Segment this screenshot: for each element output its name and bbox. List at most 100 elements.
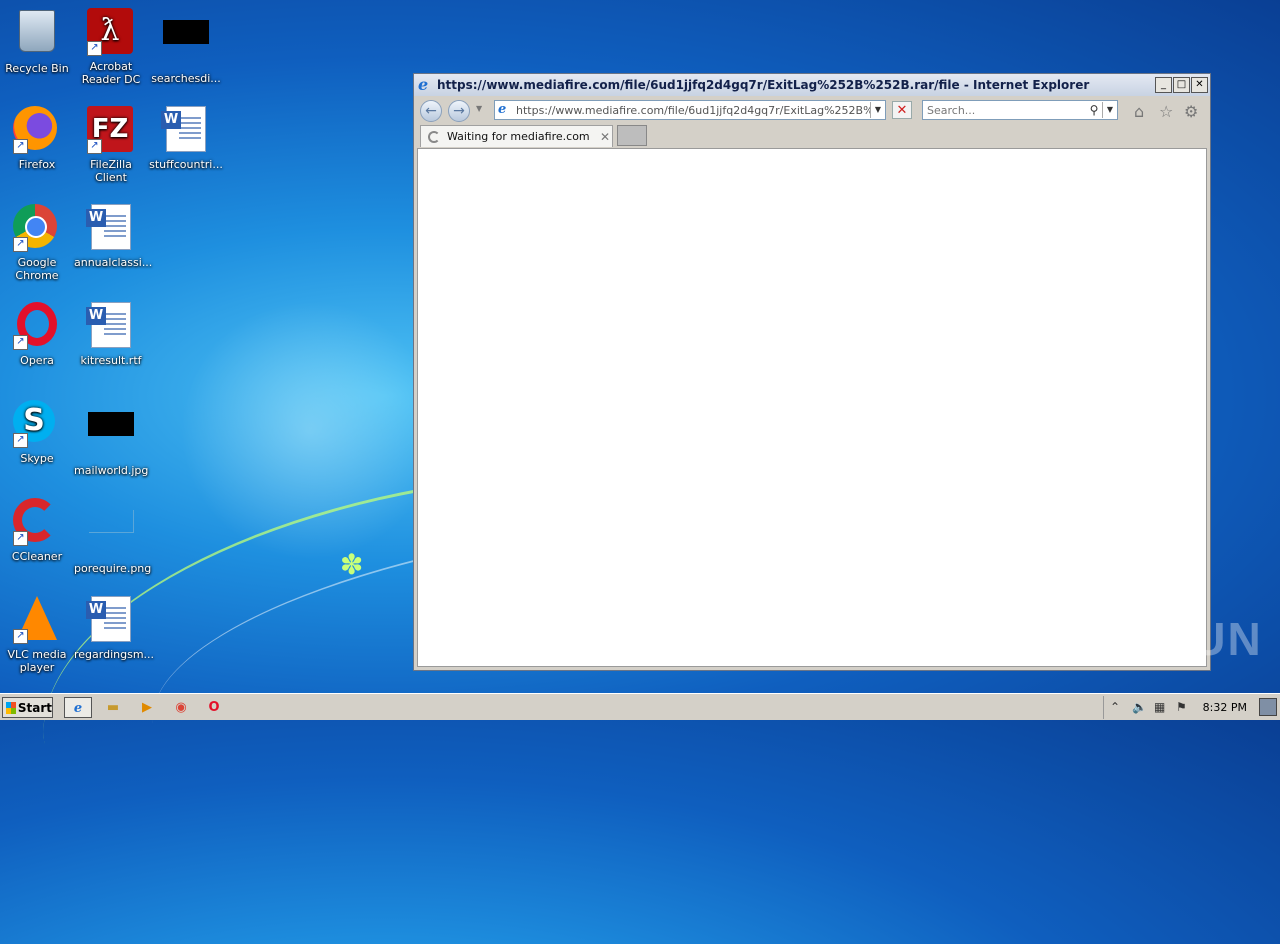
taskbar-media-player[interactable]: ▶ bbox=[133, 697, 161, 718]
taskbar-internet-explorer[interactable]: e bbox=[64, 697, 92, 718]
image-thumbnail-icon bbox=[163, 20, 209, 44]
folder-icon: ▬ bbox=[106, 700, 120, 715]
word-document-icon: W bbox=[161, 106, 206, 152]
desktop-icon-ccleaner[interactable]: ↗ CCleaner bbox=[0, 498, 74, 563]
volume-icon[interactable]: 🔈 bbox=[1132, 700, 1147, 714]
desktop-icon-label: VLC media player bbox=[7, 648, 67, 674]
show-desktop-button[interactable] bbox=[1259, 698, 1277, 716]
start-button[interactable]: Start bbox=[2, 697, 53, 718]
desktop-icon-label: regardingsm... bbox=[74, 648, 155, 661]
tab-label: Waiting for mediafire.com bbox=[447, 130, 590, 143]
new-tab-button[interactable] bbox=[617, 125, 647, 146]
desktop-icon-mailworld[interactable]: mailworld.jpg bbox=[74, 400, 148, 477]
search-icon[interactable]: ⚲ bbox=[1086, 103, 1102, 117]
home-icon[interactable]: ⌂ bbox=[1134, 102, 1144, 121]
taskbar: Start e ▬ ▶ ◉ O ⌃ 🔈 ▦ ⚑ 8:32 PM bbox=[0, 693, 1280, 720]
shortcut-arrow-icon: ↗ bbox=[13, 237, 28, 252]
desktop-icon-label: FileZilla Client bbox=[90, 158, 132, 184]
desktop-icon-acrobat[interactable]: ƛ ↗ Acrobat Reader DC bbox=[74, 8, 148, 86]
taskbar-opera[interactable]: O bbox=[200, 697, 228, 718]
desktop-icon-label: stuffcountri... bbox=[149, 158, 223, 171]
shortcut-arrow-icon: ↗ bbox=[13, 531, 28, 546]
desktop-icon-filezilla[interactable]: FZ ↗ FileZilla Client bbox=[74, 106, 148, 184]
recycle-bin-icon bbox=[19, 10, 55, 52]
desktop-icon-label: mailworld.jpg bbox=[74, 464, 149, 477]
close-button[interactable]: ✕ bbox=[1191, 77, 1208, 93]
desktop-icon-vlc[interactable]: ↗ VLC media player bbox=[0, 596, 74, 674]
desktop-icon-label: Opera bbox=[20, 354, 54, 367]
stop-x-icon: ✕ bbox=[896, 103, 908, 118]
internet-explorer-window: e https://www.mediafire.com/file/6ud1jjf… bbox=[413, 73, 1211, 671]
desktop-icon-chrome[interactable]: ↗ Google Chrome bbox=[0, 204, 74, 282]
shortcut-arrow-icon: ↗ bbox=[13, 139, 28, 154]
internet-explorer-icon: e bbox=[418, 75, 429, 94]
desktop-icon-porequire[interactable]: porequire.png bbox=[74, 498, 152, 575]
desktop-icon-label: kitresult.rtf bbox=[80, 354, 142, 367]
address-dropdown-icon[interactable]: ▼ bbox=[870, 102, 885, 118]
window-titlebar[interactable]: e https://www.mediafire.com/file/6ud1jjf… bbox=[414, 74, 1210, 96]
page-favicon-icon: e bbox=[498, 102, 507, 117]
search-box[interactable]: Search... ⚲ ▼ bbox=[922, 100, 1118, 120]
window-controls: _ □ ✕ bbox=[1155, 77, 1208, 93]
minimize-button[interactable]: _ bbox=[1155, 77, 1172, 93]
desktop-icon-stuffcountri[interactable]: W stuffcountri... bbox=[149, 106, 223, 171]
chrome-icon: ◉ bbox=[175, 700, 187, 715]
page-content[interactable] bbox=[417, 148, 1207, 667]
shortcut-arrow-icon: ↗ bbox=[13, 335, 28, 350]
desktop-icon-regardingsm[interactable]: W regardingsm... bbox=[74, 596, 155, 661]
desktop-icon-opera[interactable]: ↗ Opera bbox=[0, 302, 74, 367]
word-document-icon: W bbox=[86, 302, 131, 348]
word-document-icon: W bbox=[86, 204, 131, 250]
taskbar-file-explorer[interactable]: ▬ bbox=[99, 697, 127, 718]
desktop-icon-label: searchesdi... bbox=[151, 72, 221, 85]
forward-button[interactable]: → bbox=[448, 100, 470, 122]
action-center-flag-icon[interactable]: ⚑ bbox=[1176, 700, 1187, 714]
desktop-icon-firefox[interactable]: ↗ Firefox bbox=[0, 106, 74, 171]
word-document-icon: W bbox=[86, 596, 131, 642]
desktop-icon-label: CCleaner bbox=[11, 550, 63, 563]
shortcut-arrow-icon: ↗ bbox=[87, 139, 102, 154]
loading-spinner-icon bbox=[428, 130, 440, 143]
favorites-star-icon[interactable]: ☆ bbox=[1159, 102, 1173, 121]
desktop-icon-skype[interactable]: S ↗ Skype bbox=[0, 400, 74, 465]
search-dropdown-icon[interactable]: ▼ bbox=[1102, 102, 1117, 118]
image-thumbnail-icon bbox=[88, 510, 134, 533]
desktop-icon-searchesdi[interactable]: searchesdi... bbox=[149, 8, 223, 85]
wallpaper-sprout: ✽ bbox=[340, 548, 364, 581]
navigation-bar: ← → ▼ e https://www.mediafire.com/file/6… bbox=[414, 98, 1210, 122]
desktop-icon-label: Google Chrome bbox=[15, 256, 59, 282]
shortcut-arrow-icon: ↗ bbox=[13, 433, 28, 448]
image-thumbnail-icon bbox=[88, 412, 134, 436]
anyrun-watermark: ANY RUN bbox=[1040, 613, 1263, 665]
tab-close-icon[interactable]: ✕ bbox=[598, 130, 612, 144]
stop-button[interactable]: ✕ bbox=[892, 101, 912, 119]
tab-row: Waiting for mediafire.com ✕ bbox=[417, 125, 1207, 147]
maximize-button[interactable]: □ bbox=[1173, 77, 1190, 93]
desktop-icon-label: Recycle Bin bbox=[5, 62, 69, 75]
search-input[interactable]: Search... bbox=[923, 104, 1086, 117]
desktop-icon-annualclassi[interactable]: W annualclassi... bbox=[74, 204, 152, 269]
recent-pages-dropdown[interactable]: ▼ bbox=[476, 104, 482, 113]
address-bar[interactable]: e https://www.mediafire.com/file/6ud1jjf… bbox=[494, 100, 886, 120]
system-tray: ⌃ 🔈 ▦ ⚑ 8:32 PM bbox=[1103, 696, 1280, 719]
start-label: Start bbox=[17, 700, 52, 715]
desktop-icon-kitresult[interactable]: W kitresult.rtf bbox=[74, 302, 148, 367]
show-hidden-icons-icon[interactable]: ⌃ bbox=[1110, 700, 1120, 714]
window-title: https://www.mediafire.com/file/6ud1jjfq2… bbox=[437, 78, 1090, 92]
desktop-icon-label: Firefox bbox=[18, 158, 56, 171]
network-icon[interactable]: ▦ bbox=[1154, 700, 1165, 714]
gear-icon[interactable]: ⚙ bbox=[1184, 102, 1198, 121]
taskbar-chrome[interactable]: ◉ bbox=[167, 697, 195, 718]
shortcut-arrow-icon: ↗ bbox=[13, 629, 28, 644]
back-arrow-icon: ← bbox=[425, 103, 437, 119]
desktop-icon-label: porequire.png bbox=[74, 562, 152, 575]
address-url[interactable]: https://www.mediafire.com/file/6ud1jjfq2… bbox=[516, 104, 870, 117]
clock[interactable]: 8:32 PM bbox=[1203, 701, 1247, 714]
desktop-icon-label: Skype bbox=[20, 452, 54, 465]
desktop-icon-recycle-bin[interactable]: Recycle Bin bbox=[0, 8, 74, 75]
back-button[interactable]: ← bbox=[420, 100, 442, 122]
desktop-icon-label: Acrobat Reader DC bbox=[81, 60, 141, 86]
forward-arrow-icon: → bbox=[453, 103, 465, 119]
shortcut-arrow-icon: ↗ bbox=[87, 41, 102, 56]
tab-mediafire[interactable]: Waiting for mediafire.com ✕ bbox=[420, 125, 613, 147]
